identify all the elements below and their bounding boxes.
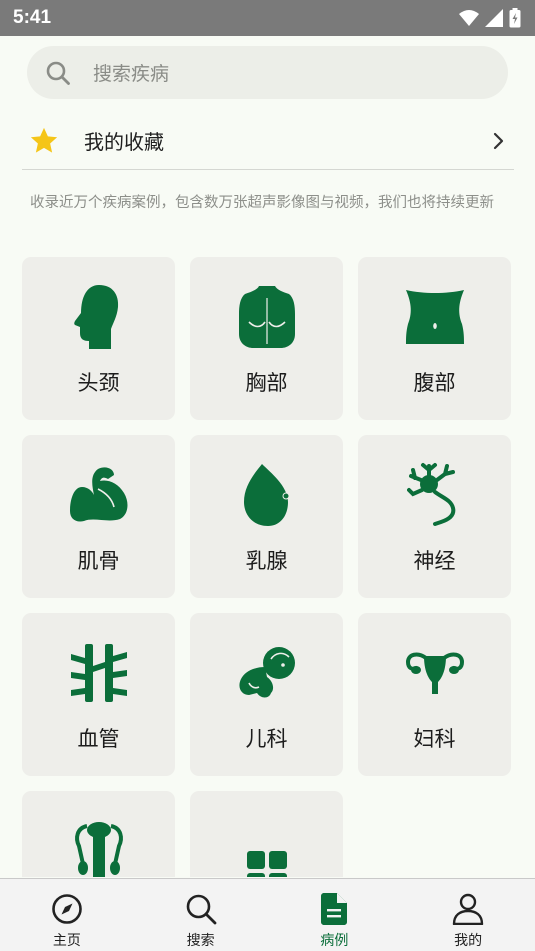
nav-label: 我的 <box>454 933 483 949</box>
muscle-icon <box>22 461 175 529</box>
wifi-icon <box>459 10 479 26</box>
category-label: 乳腺 <box>245 549 288 573</box>
category-tile-chest[interactable]: 胸部 <box>190 257 343 420</box>
baby-icon <box>190 639 343 707</box>
category-label: 腹部 <box>413 371 456 395</box>
nav-search[interactable]: 搜索 <box>134 879 268 951</box>
category-tile-breast[interactable]: 乳腺 <box>190 435 343 598</box>
male-reproductive-icon <box>22 817 175 877</box>
nav-home[interactable]: 主页 <box>0 879 134 951</box>
grid-more-icon <box>190 837 343 877</box>
neuron-icon <box>358 461 511 529</box>
category-tile-more[interactable] <box>190 791 343 877</box>
category-label: 神经 <box>413 549 456 573</box>
battery-icon <box>509 8 521 28</box>
nav-cases[interactable]: 病例 <box>268 879 402 951</box>
chest-icon <box>190 283 343 351</box>
category-tile-pediatrics[interactable]: 儿科 <box>190 613 343 776</box>
person-icon <box>452 892 484 926</box>
favorites-row[interactable]: 我的收藏 <box>22 112 514 170</box>
category-tile-musculoskeletal[interactable]: 肌骨 <box>22 435 175 598</box>
breast-icon <box>190 461 343 529</box>
status-icons <box>459 8 521 28</box>
status-time: 5:41 <box>13 7 52 28</box>
nav-label: 搜索 <box>186 933 215 949</box>
nav-profile[interactable]: 我的 <box>401 879 535 951</box>
category-label: 胸部 <box>245 371 288 395</box>
category-tile-head-neck[interactable]: 头颈 <box>22 257 175 420</box>
category-label: 儿科 <box>245 727 288 751</box>
category-tile-abdomen[interactable]: 腹部 <box>358 257 511 420</box>
category-label: 肌骨 <box>77 549 120 573</box>
category-label: 血管 <box>77 727 120 751</box>
search-icon <box>185 892 217 926</box>
status-bar: 5:41 <box>0 0 535 36</box>
abdomen-icon <box>358 283 511 351</box>
nav-label: 主页 <box>52 933 81 949</box>
search-placeholder[interactable]: 搜索疾病 <box>93 59 169 86</box>
head-icon <box>22 283 175 351</box>
category-label: 妇科 <box>413 727 456 751</box>
compass-icon <box>51 892 83 926</box>
document-icon <box>321 892 348 926</box>
bottom-nav: 主页 搜索 病例 我的 <box>0 878 535 951</box>
vessel-icon <box>22 639 175 707</box>
chevron-right-icon <box>484 132 514 150</box>
category-tile-neuro[interactable]: 神经 <box>358 435 511 598</box>
category-tile-male-reproductive[interactable] <box>22 791 175 877</box>
nav-label: 病例 <box>320 933 349 949</box>
category-tile-gynecology[interactable]: 妇科 <box>358 613 511 776</box>
favorites-label: 我的收藏 <box>84 130 164 154</box>
description-text: 收录近万个疾病案例，包含数万张超声影像图与视频，我们也将持续更新 <box>30 195 494 211</box>
uterus-icon <box>358 639 511 707</box>
signal-icon <box>485 9 503 27</box>
search-icon <box>45 60 71 86</box>
category-tile-vascular[interactable]: 血管 <box>22 613 175 776</box>
star-icon <box>22 126 66 156</box>
search-bar[interactable]: 搜索疾病 <box>27 46 508 99</box>
category-label: 头颈 <box>77 371 120 395</box>
category-grid: 头颈 胸部 腹部 肌骨 乳腺 神经 血管 儿科 妇科 <box>22 257 512 877</box>
